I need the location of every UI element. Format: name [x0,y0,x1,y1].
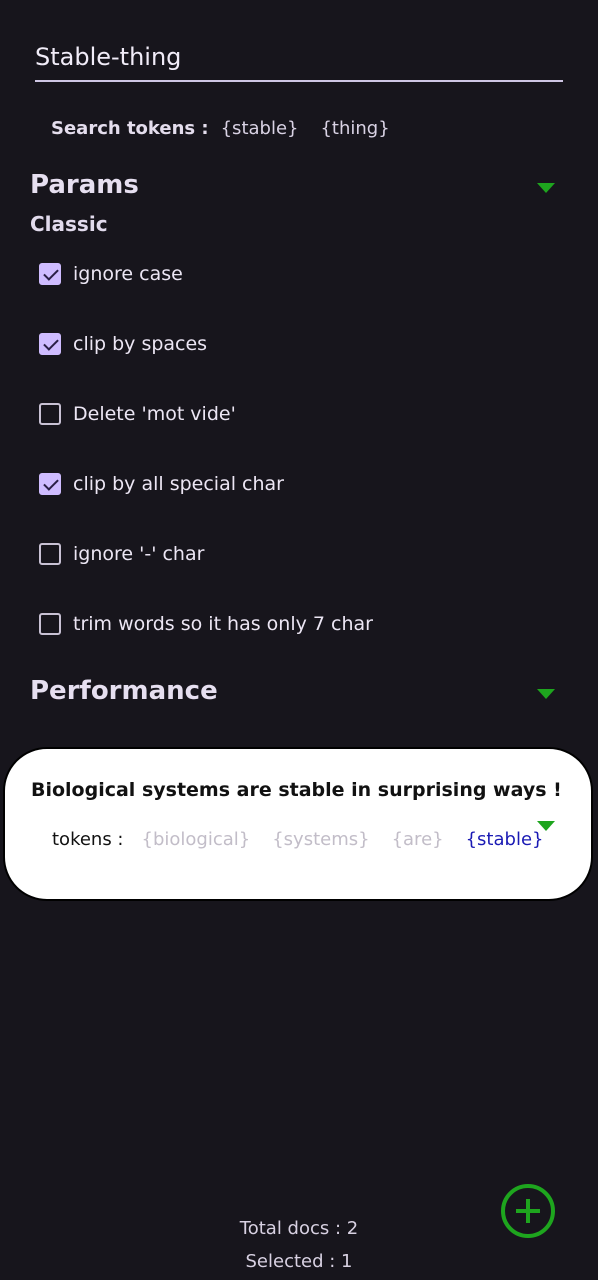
search-token: {thing} [320,118,390,139]
option-label: ignore '-' char [73,543,205,565]
option-delete-mot-vide[interactable]: Delete 'mot vide' [39,400,236,428]
option-label: Delete 'mot vide' [73,403,236,425]
checkbox[interactable] [39,543,61,565]
document-title: Biological systems are stable in surpris… [31,779,562,801]
document-tokens-row: tokens : {biological} {systems} {are} {s… [52,829,543,850]
option-trim-words[interactable]: trim words so it has only 7 char [39,610,373,638]
option-label: clip by spaces [73,333,208,355]
document-expand-icon[interactable] [537,821,555,831]
option-clip-special-char[interactable]: clip by all special char [39,470,284,498]
checkbox[interactable] [39,473,61,495]
document-token: {are} [391,829,444,850]
selected-count: Selected : 1 [245,1251,353,1272]
option-ignore-dash[interactable]: ignore '-' char [39,540,204,568]
search-tokens-row: Search tokens : {stable} {thing} [51,118,390,139]
checkbox[interactable] [39,333,61,355]
document-token-matched: {stable} [465,829,544,850]
checkbox[interactable] [39,403,61,425]
checkbox[interactable] [39,263,61,285]
params-expand-icon[interactable] [537,183,555,193]
option-label: trim words so it has only 7 char [73,613,373,635]
option-label: ignore case [73,263,183,285]
document-token: {biological} [141,829,251,850]
add-document-button[interactable] [501,1184,555,1238]
document-tokens-label: tokens : [52,829,124,850]
params-title: Params [30,170,139,200]
document-token: {systems} [272,829,370,850]
option-label: clip by all special char [73,473,284,495]
performance-title: Performance [30,676,218,706]
performance-expand-icon[interactable] [537,689,555,699]
checkbox[interactable] [39,613,61,635]
option-clip-by-spaces[interactable]: clip by spaces [39,330,207,358]
search-token: {stable} [220,118,299,139]
params-subtitle: Classic [30,212,108,236]
search-field [35,40,563,84]
search-input[interactable] [35,40,563,82]
document-card[interactable]: Biological systems are stable in surpris… [3,747,593,901]
search-tokens-label: Search tokens : [51,118,209,139]
option-ignore-case[interactable]: ignore case [39,260,183,288]
